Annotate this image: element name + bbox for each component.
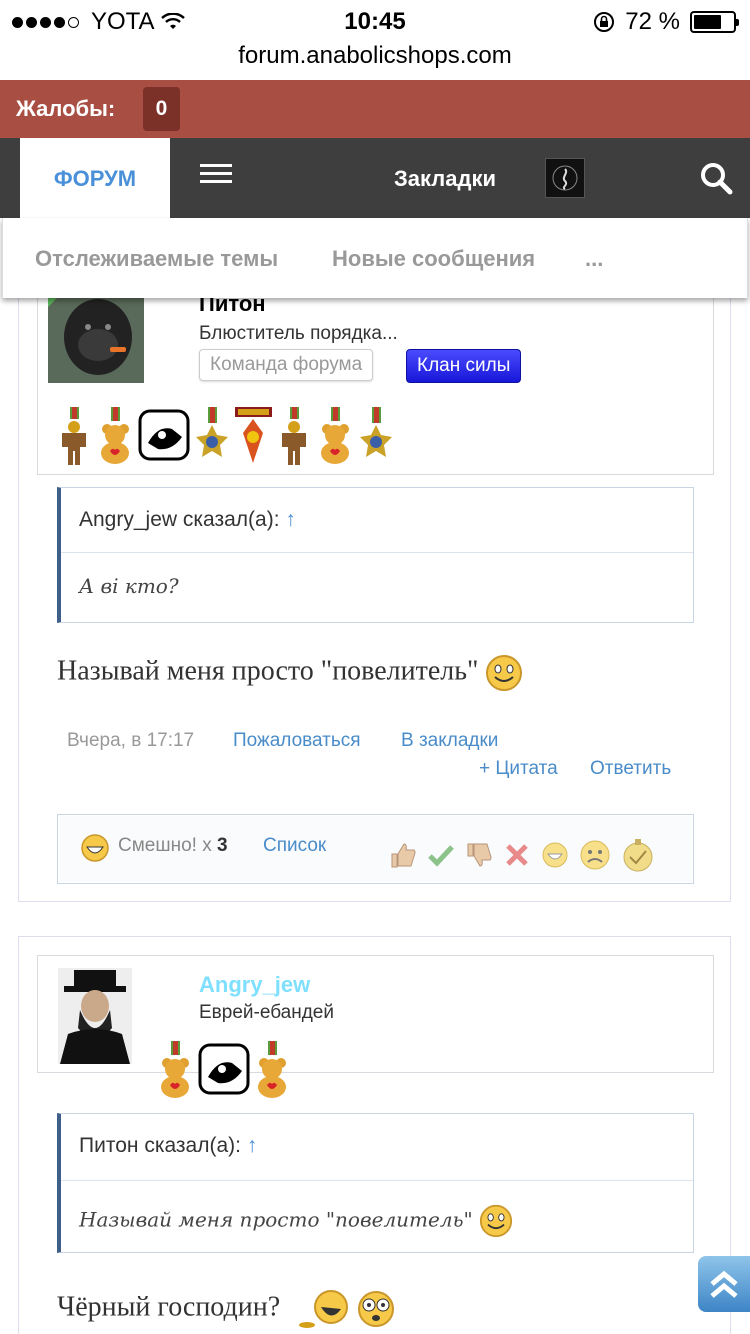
user-title: Еврей-ебандей xyxy=(199,1002,334,1023)
rating-label: Смешно! xyxy=(118,835,197,856)
disagree-x-icon[interactable] xyxy=(502,840,532,870)
quote-author-label: Питон сказал(а): xyxy=(79,1134,241,1157)
quote-text-content: Называй меня просто "повелитель" xyxy=(79,1207,473,1232)
quote-author[interactable]: Питон сказал(а): ↑ xyxy=(79,1134,257,1158)
rating-count: 3 xyxy=(217,835,228,856)
hamburger-icon[interactable] xyxy=(200,164,232,184)
user-avatar[interactable] xyxy=(545,158,585,198)
search-icon[interactable] xyxy=(698,160,734,196)
rolling-laugh-emoji-icon xyxy=(299,1290,349,1328)
quote-jump-arrow-icon[interactable]: ↑ xyxy=(285,508,296,531)
post: Питон Блюститель порядка... Команда фору… xyxy=(18,280,731,902)
laugh-emoji-icon xyxy=(81,834,109,862)
post-message-text: Чёрный господин? xyxy=(57,1291,281,1323)
bookmarks-link[interactable]: Закладки xyxy=(394,166,496,192)
user-avatar[interactable] xyxy=(48,291,154,391)
url-bar[interactable]: forum.anabolicshops.com xyxy=(0,42,750,70)
battery-area: 72 % xyxy=(593,8,739,36)
complaints-bar[interactable]: Жалобы: 0 xyxy=(0,80,750,138)
quote-text: А ві кто? xyxy=(79,574,179,598)
handshake-medal-icon xyxy=(198,1043,250,1095)
user-avatar[interactable] xyxy=(48,956,154,1072)
subnav-watched-threads[interactable]: Отслеживаемые темы xyxy=(35,246,278,272)
post-time[interactable]: Вчера, в 17:17 xyxy=(67,730,194,752)
complaints-label: Жалобы: xyxy=(16,96,116,121)
double-chevron-up-icon xyxy=(710,1270,738,1298)
rating-buttons xyxy=(388,837,656,873)
username[interactable]: Angry_jew xyxy=(199,972,310,998)
star-medal-icon xyxy=(360,407,392,457)
post-message: Чёрный господин? xyxy=(57,1287,396,1331)
complaints-count-badge[interactable]: 0 xyxy=(143,87,180,131)
badge-forum-team: Команда форума xyxy=(199,349,374,381)
rotation-lock-icon xyxy=(594,12,615,32)
bookmark-link[interactable]: В закладки xyxy=(401,730,498,752)
funny-emoji-icon[interactable] xyxy=(540,840,570,870)
winner-emoji-icon[interactable] xyxy=(620,837,656,873)
user-title: Блюститель порядка... xyxy=(199,323,398,344)
main-navbar: ФОРУМ Закладки xyxy=(0,138,750,218)
bear-heart-medal-icon xyxy=(101,407,129,464)
handshake-medal-icon xyxy=(138,409,190,461)
bodybuilder-medal-icon xyxy=(62,407,86,465)
quote-author-label: Angry_jew сказал(а): xyxy=(79,508,280,531)
smile-emoji-icon xyxy=(486,655,523,691)
user-info-block: Angry_jew Еврей-ебандей xyxy=(37,955,714,1073)
ratings-bar: Смешно! x 3 Список xyxy=(57,814,694,884)
battery-icon xyxy=(690,11,739,33)
quote-block: Angry_jew сказал(а): ↑ А ві кто? xyxy=(57,487,694,623)
post-message: Называй меня просто "повелитель" xyxy=(57,654,523,692)
medals-row xyxy=(157,1041,291,1099)
shocked-emoji-icon xyxy=(358,1291,395,1327)
rating-summary: Смешно! x 3 xyxy=(118,835,228,857)
order-medal-icon xyxy=(235,407,272,463)
quote-link[interactable]: + Цитата xyxy=(479,758,558,780)
quote-jump-arrow-icon[interactable]: ↑ xyxy=(247,1134,258,1157)
post: Angry_jew Еврей-ебандей Питон сказал(а):… xyxy=(18,936,731,1334)
rating-list-link[interactable]: Список xyxy=(263,835,326,857)
status-bar: YOTA 10:45 72 % forum.anabolicshops.com xyxy=(0,0,750,69)
bear-heart-medal-icon xyxy=(161,1041,189,1098)
battery-percent: 72 % xyxy=(625,8,680,35)
bear-heart-medal-icon xyxy=(321,407,349,464)
subnav-new-posts[interactable]: Новые сообщения xyxy=(332,246,535,272)
tab-forum[interactable]: ФОРУМ xyxy=(20,138,170,218)
sub-navbar: Отслеживаемые темы Новые сообщения ... xyxy=(2,218,748,298)
agree-check-icon[interactable] xyxy=(426,840,456,870)
smile-emoji-icon xyxy=(479,1204,513,1238)
thumbs-up-icon[interactable] xyxy=(388,840,418,870)
quote-block: Питон сказал(а): ↑ Называй меня просто "… xyxy=(57,1113,694,1253)
scroll-to-top-button[interactable] xyxy=(698,1256,750,1312)
reply-link[interactable]: Ответить xyxy=(590,758,671,780)
badge-clan: Клан силы xyxy=(406,349,522,383)
star-medal-icon xyxy=(196,407,228,457)
bodybuilder-medal-icon xyxy=(282,407,306,465)
medals-row xyxy=(56,407,395,465)
bear-heart-medal-icon xyxy=(258,1041,286,1098)
sad-emoji-icon[interactable] xyxy=(578,838,612,872)
post-message-text: Называй меня просто "повелитель" xyxy=(57,655,479,687)
quote-text: Называй меня просто "повелитель" xyxy=(79,1204,513,1238)
subnav-more[interactable]: ... xyxy=(585,246,603,272)
thumbs-down-icon[interactable] xyxy=(464,840,494,870)
report-link[interactable]: Пожаловаться xyxy=(233,730,361,752)
user-info-block: Питон Блюститель порядка... Команда фору… xyxy=(37,280,714,475)
quote-author[interactable]: Angry_jew сказал(а): ↑ xyxy=(79,508,296,532)
rating-times: x xyxy=(202,835,212,856)
